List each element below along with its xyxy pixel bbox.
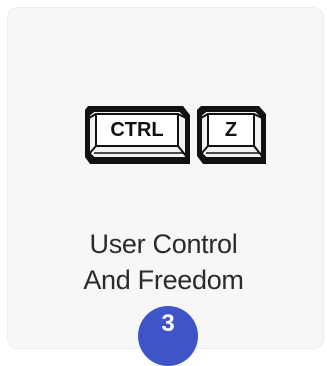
ctrl-key-icon: CTRL: [85, 106, 190, 164]
card-title-line2: And Freedom: [83, 265, 244, 295]
z-key-icon: Z: [197, 106, 266, 164]
card-title: User Control And Freedom: [0, 226, 327, 298]
z-key-label: Z: [225, 119, 237, 141]
step-number-badge: 3: [138, 306, 198, 366]
heuristic-card[interactable]: CTRL Z User Control And Freedom 3: [8, 8, 323, 366]
ctrl-key-label: CTRL: [110, 119, 163, 141]
card-title-line1: User Control: [89, 229, 238, 259]
keyboard-shortcut-illustration: CTRL Z: [82, 98, 272, 170]
